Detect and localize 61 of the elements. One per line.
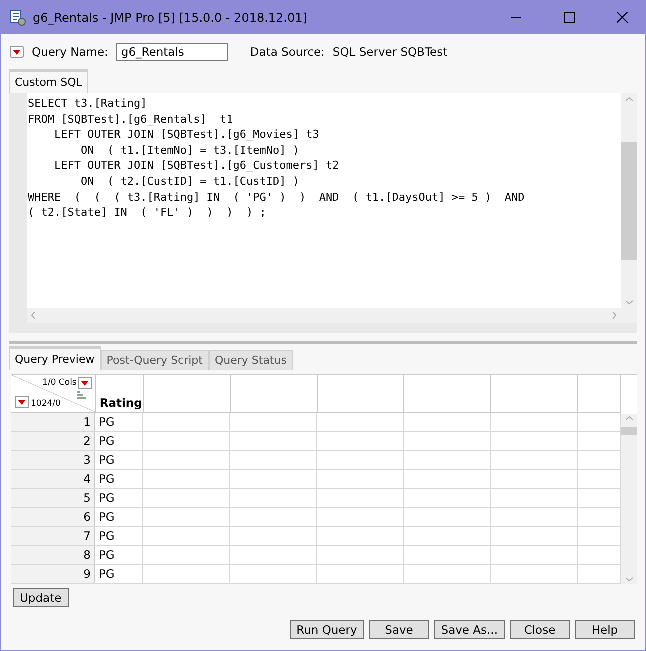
result-tab[interactable]: Query Status bbox=[208, 350, 293, 370]
sql-editor[interactable] bbox=[27, 93, 621, 308]
scroll-left-icon[interactable] bbox=[31, 312, 36, 319]
data-source-value: SQL Server SQBTest bbox=[332, 45, 448, 59]
table-cell: PG bbox=[95, 565, 143, 583]
custom-sql-tab[interactable]: Custom SQL bbox=[9, 69, 88, 93]
table-cell: PG bbox=[95, 489, 143, 507]
table-cell: PG bbox=[95, 508, 143, 526]
row-number: 2 bbox=[11, 432, 95, 450]
row-number: 6 bbox=[11, 508, 95, 526]
row-number: 9 bbox=[11, 565, 95, 583]
dropdown-icon bbox=[18, 400, 26, 404]
dropdown-icon bbox=[13, 50, 21, 54]
row-menu-button[interactable] bbox=[15, 396, 29, 408]
close-icon[interactable] bbox=[616, 12, 628, 23]
table-cell: PG bbox=[95, 413, 143, 431]
menu-button[interactable] bbox=[10, 46, 24, 58]
scroll-up-icon[interactable] bbox=[626, 416, 632, 421]
row-number: 4 bbox=[11, 470, 95, 488]
scroll-down-icon[interactable] bbox=[626, 577, 632, 582]
scroll-down-icon[interactable] bbox=[626, 300, 632, 305]
maximize-icon[interactable] bbox=[564, 12, 574, 23]
row-number: 8 bbox=[11, 546, 95, 564]
column-header[interactable]: Rating bbox=[96, 375, 144, 412]
result-tab[interactable]: Query Preview bbox=[9, 346, 101, 370]
row-number: 5 bbox=[11, 489, 95, 507]
row-number: 3 bbox=[11, 451, 95, 469]
table-cell: PG bbox=[95, 527, 143, 545]
table-cell: PG bbox=[95, 470, 143, 488]
sort-icon bbox=[76, 391, 87, 400]
dialog-button[interactable]: Help bbox=[575, 620, 635, 639]
column-menu-button[interactable] bbox=[78, 377, 92, 389]
query-name-label: Query Name: bbox=[32, 45, 108, 59]
dialog-button[interactable]: Close bbox=[510, 620, 570, 639]
query-name-field[interactable]: g6_Rentals bbox=[116, 43, 228, 61]
row-number: 1 bbox=[11, 413, 95, 431]
table-cell: PG bbox=[95, 546, 143, 564]
dropdown-icon bbox=[80, 380, 89, 386]
column-count: 1/0 Cols bbox=[42, 378, 77, 388]
dialog-button[interactable]: Save bbox=[369, 620, 430, 639]
scroll-up-icon[interactable] bbox=[626, 97, 632, 102]
row-number: 7 bbox=[11, 527, 95, 545]
scroll-right-icon[interactable] bbox=[612, 312, 617, 319]
sql-line: SELECT t3.[Rating] bbox=[28, 96, 148, 112]
window-title: g6_Rentals - JMP Pro [5] [15.0.0 - 2018.12.01] bbox=[33, 10, 308, 24]
dialog-button[interactable]: Run Query bbox=[290, 620, 364, 639]
table-cell: PG bbox=[95, 451, 143, 469]
data-source-label: Data Source: bbox=[250, 45, 325, 59]
sql-line: ON ( t2.[CustID] = t1.[CustID] ) bbox=[80, 174, 301, 190]
dialog-button[interactable]: Save As... bbox=[434, 620, 505, 639]
result-tab[interactable]: Post-Query Script bbox=[100, 350, 209, 370]
sql-line: ON ( t1.[ItemNo] = t3.[ItemNo] ) bbox=[80, 142, 301, 158]
sql-line: LEFT OUTER JOIN [SQBTest].[g6_Movies] t3 bbox=[53, 127, 320, 143]
sql-line: ( t2.[State] IN ( 'FL' ) ) ) ) ; bbox=[28, 205, 268, 221]
sql-line: WHERE ( ( ( t3.[Rating] IN ( 'PG' ) ) AND ( t1.[DaysOut] >= 5 ) AND bbox=[28, 190, 526, 206]
sql-line: FROM [SQBTest].[g6_Rentals] t1 bbox=[28, 112, 234, 128]
update-button[interactable]: Update bbox=[13, 588, 69, 607]
sql-line: LEFT OUTER JOIN [SQBTest].[g6_Customers] t2 bbox=[53, 158, 340, 174]
table-cell: PG bbox=[95, 432, 143, 450]
row-count: 1024/0 bbox=[31, 399, 61, 409]
app-icon bbox=[10, 10, 26, 26]
